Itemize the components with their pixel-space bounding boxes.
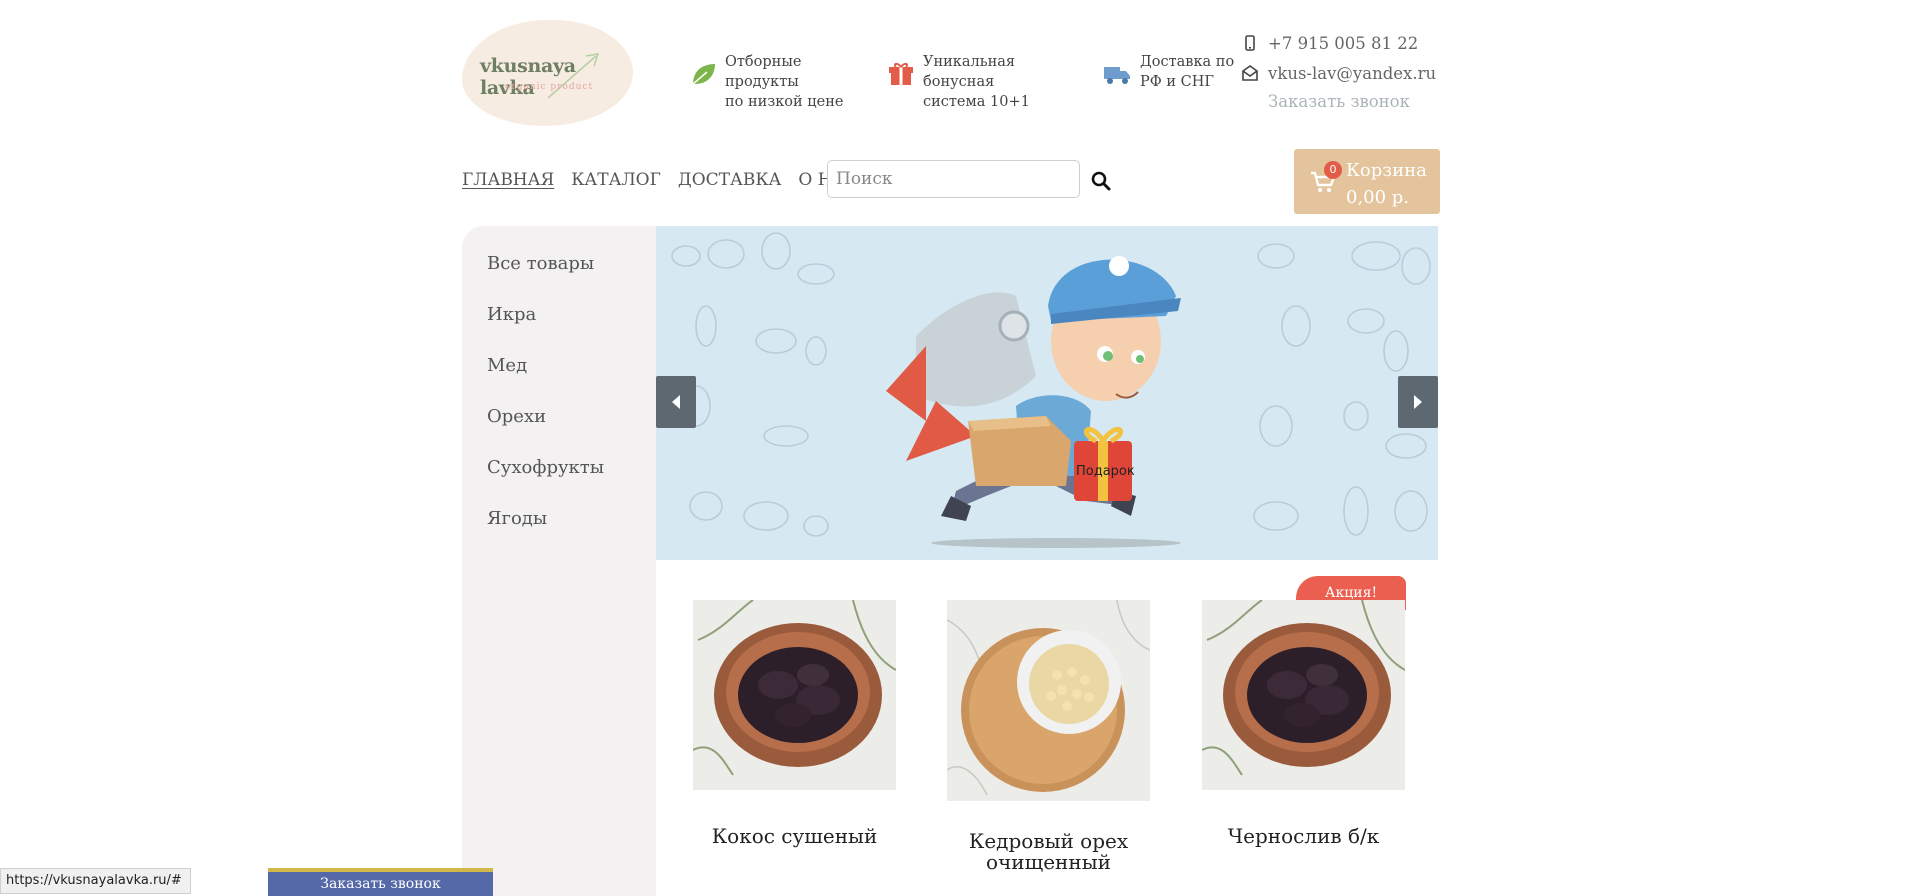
sidebar-item-all[interactable]: Все товары: [487, 238, 656, 289]
feature-text: Отборные продукты: [725, 54, 802, 90]
cart-button[interactable]: 0 Корзина 0,00 р.: [1294, 149, 1440, 214]
chevron-right-icon: [1414, 395, 1422, 409]
gift-icon: [889, 63, 913, 85]
nav-item-catalog[interactable]: КАТАЛОГ: [571, 170, 661, 190]
cart-count-badge: 0: [1324, 161, 1342, 179]
site-logo[interactable]: vkusnaya lavka organic product: [462, 20, 633, 126]
sidebar-item-nuts[interactable]: Орехи: [487, 391, 656, 442]
product-card[interactable]: Кедровый орех очищенный: [947, 600, 1150, 873]
product-name[interactable]: Чернослив б/к: [1202, 826, 1405, 847]
feature-bonus: Уникальная бонусная система 10+1: [887, 52, 1087, 112]
feature-text: система 10+1: [923, 94, 1030, 110]
logo-title: vkusnaya lavka: [480, 55, 576, 99]
truck-icon: [1104, 67, 1130, 84]
product-image: [693, 600, 896, 790]
gift-label: Подарок: [1076, 464, 1135, 479]
callback-button[interactable]: Заказать звонок: [268, 868, 493, 896]
feature-text: Доставка по: [1140, 54, 1235, 70]
sidebar-item-berries[interactable]: Ягоды: [487, 493, 656, 544]
feature-delivery: Доставка по РФ и СНГ: [1102, 52, 1242, 92]
feature-products: Отборные продукты по низкой цене: [689, 52, 869, 112]
page: vkusnaya lavka organic product Отборные …: [462, 0, 1440, 896]
product-name[interactable]: Кедровый орех очищенный: [947, 831, 1150, 873]
cart-label: Корзина: [1346, 160, 1427, 181]
phone-icon: [1245, 35, 1255, 51]
email-address[interactable]: vkus-lav@yandex.ru: [1268, 64, 1436, 83]
banner-prev-button[interactable]: [656, 376, 696, 428]
sidebar-item-honey[interactable]: Мед: [487, 340, 656, 391]
leaf-icon: [692, 64, 715, 85]
contacts: +7 915 005 81 22 vkus-lav@yandex.ru Зака…: [1242, 28, 1442, 116]
phone-number[interactable]: +7 915 005 81 22: [1268, 34, 1418, 53]
banner-illustration: Подарок: [671, 232, 1431, 548]
product-image: [947, 600, 1150, 801]
phone-row[interactable]: +7 915 005 81 22: [1242, 28, 1442, 58]
product-name[interactable]: Кокос сушеный: [693, 826, 896, 847]
sidebar-item-dried-fruits[interactable]: Сухофрукты: [487, 442, 656, 493]
callback-link[interactable]: Заказать звонок: [1268, 88, 1442, 116]
promo-banner[interactable]: Подарок: [656, 226, 1438, 560]
chevron-left-icon: [672, 395, 680, 409]
feature-text: РФ и СНГ: [1140, 74, 1215, 90]
product-card[interactable]: Кокос сушеный: [693, 600, 896, 847]
category-sidebar: Все товары Икра Мед Орехи Сухофрукты Яго…: [462, 226, 656, 896]
email-icon: [1242, 65, 1258, 81]
product-image: [1202, 600, 1405, 790]
nav-item-delivery[interactable]: ДОСТАВКА: [678, 170, 782, 190]
product-list: Кокос сушеный Кедровый орех очищенный Ак…: [656, 560, 1438, 896]
nav-item-home[interactable]: ГЛАВНАЯ: [462, 170, 554, 190]
search-input[interactable]: [827, 160, 1080, 198]
banner-next-button[interactable]: [1398, 376, 1438, 428]
feature-text: по низкой цене: [725, 94, 844, 110]
feature-text: Уникальная бонусная: [923, 54, 1016, 90]
browser-status-url: https://vkusnayalavka.ru/#: [0, 868, 191, 894]
main-nav: ГЛАВНАЯ КАТАЛОГ ДОСТАВКА О НАС: [462, 170, 858, 190]
sidebar-item-caviar[interactable]: Икра: [487, 289, 656, 340]
product-card[interactable]: Чернослив б/к: [1202, 600, 1405, 847]
logo-subtitle: organic product: [505, 82, 594, 92]
email-row[interactable]: vkus-lav@yandex.ru: [1242, 58, 1442, 88]
cart-total: 0,00 р.: [1346, 187, 1410, 208]
search-icon[interactable]: [1090, 170, 1112, 192]
